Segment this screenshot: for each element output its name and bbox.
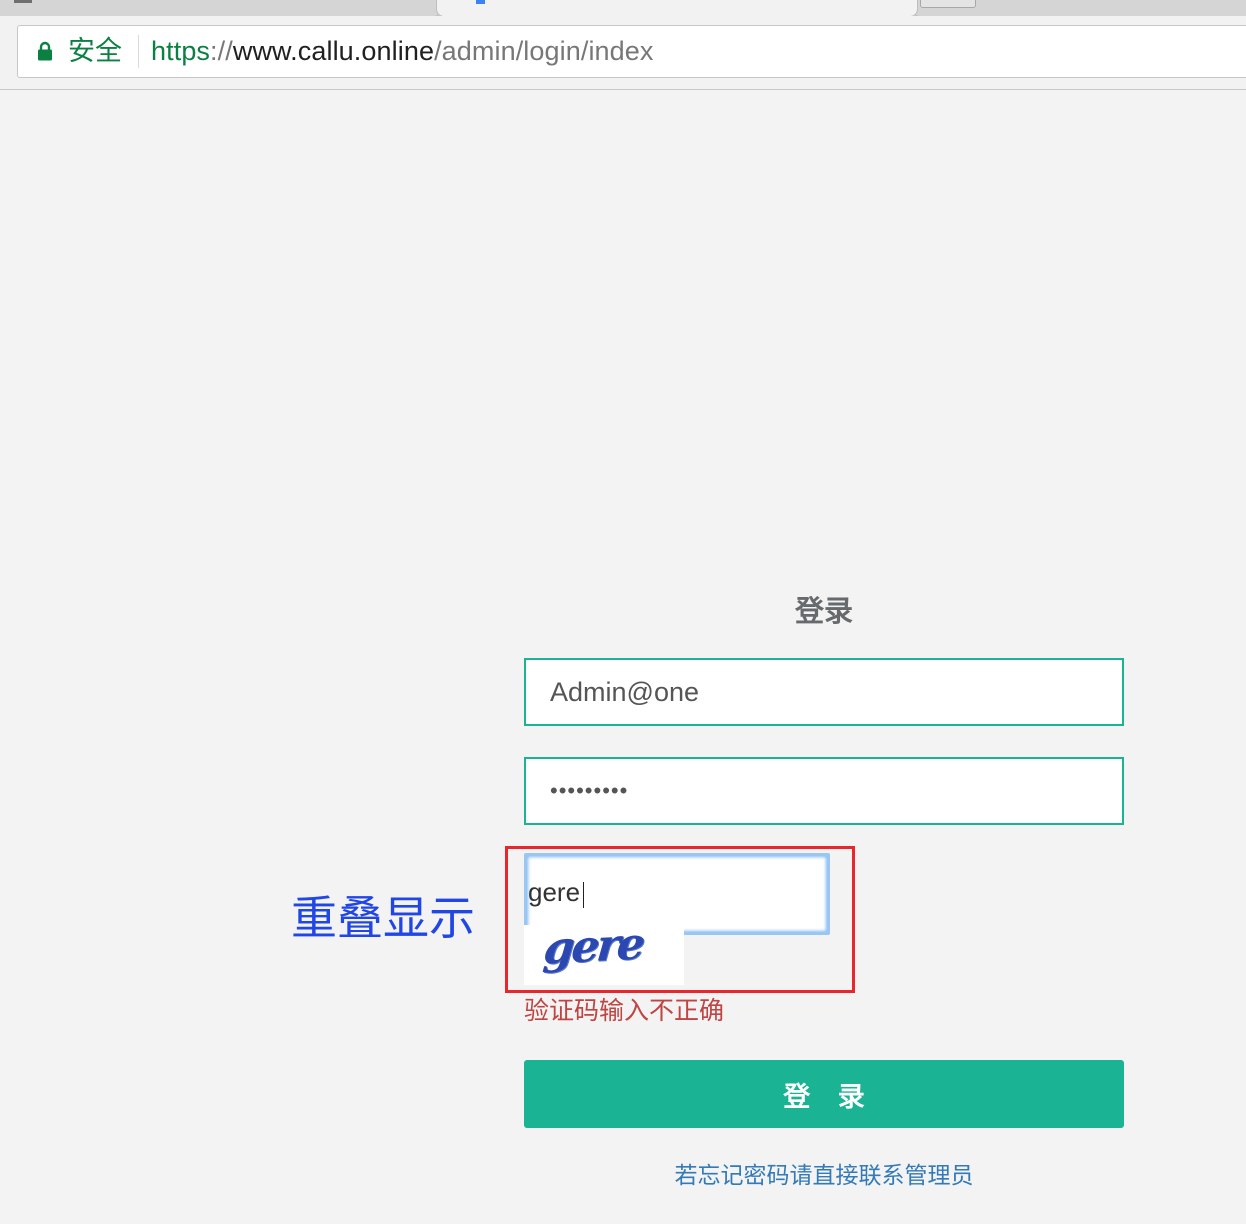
password-field-box: [524, 757, 1124, 825]
browser-toolbar: 安全 https://www.callu.online/admin/login/…: [0, 16, 1246, 90]
password-input[interactable]: [526, 759, 1110, 823]
text-cursor: [583, 882, 584, 908]
lock-icon: [38, 41, 52, 61]
captcha-error-message: 验证码输入不正确: [524, 997, 725, 1025]
url-host: www.callu.online: [232, 36, 435, 66]
url-scheme: https: [151, 36, 211, 66]
overlap-annotation: 重叠显示: [291, 892, 475, 944]
forgot-password-link[interactable]: 若忘记密码请直接联系管理员: [524, 1159, 1124, 1191]
captcha-input[interactable]: [528, 875, 808, 909]
login-title: 登录: [794, 596, 853, 628]
minus-icon: [14, 0, 32, 3]
url-path: /admin/login/index: [434, 36, 654, 66]
url-text[interactable]: https://www.callu.online/admin/login/ind…: [151, 35, 654, 67]
tab-loading-indicator: [476, 0, 485, 4]
captcha-image-text: gere: [541, 918, 645, 975]
username-field-box: [524, 658, 1124, 726]
address-divider: [138, 35, 139, 68]
address-bar[interactable]: 安全 https://www.callu.online/admin/login/…: [17, 25, 1246, 78]
url-separator: ://: [210, 36, 233, 66]
tab-strip: [0, 0, 1246, 16]
captcha-image[interactable]: gere: [524, 918, 684, 985]
login-button[interactable]: 登 录: [524, 1060, 1124, 1128]
security-label[interactable]: 安全: [68, 35, 122, 67]
tab-active[interactable]: [436, 0, 918, 16]
new-tab-button[interactable]: [920, 0, 976, 8]
tab-inactive-left[interactable]: [0, 0, 442, 16]
username-input[interactable]: [526, 660, 1110, 724]
